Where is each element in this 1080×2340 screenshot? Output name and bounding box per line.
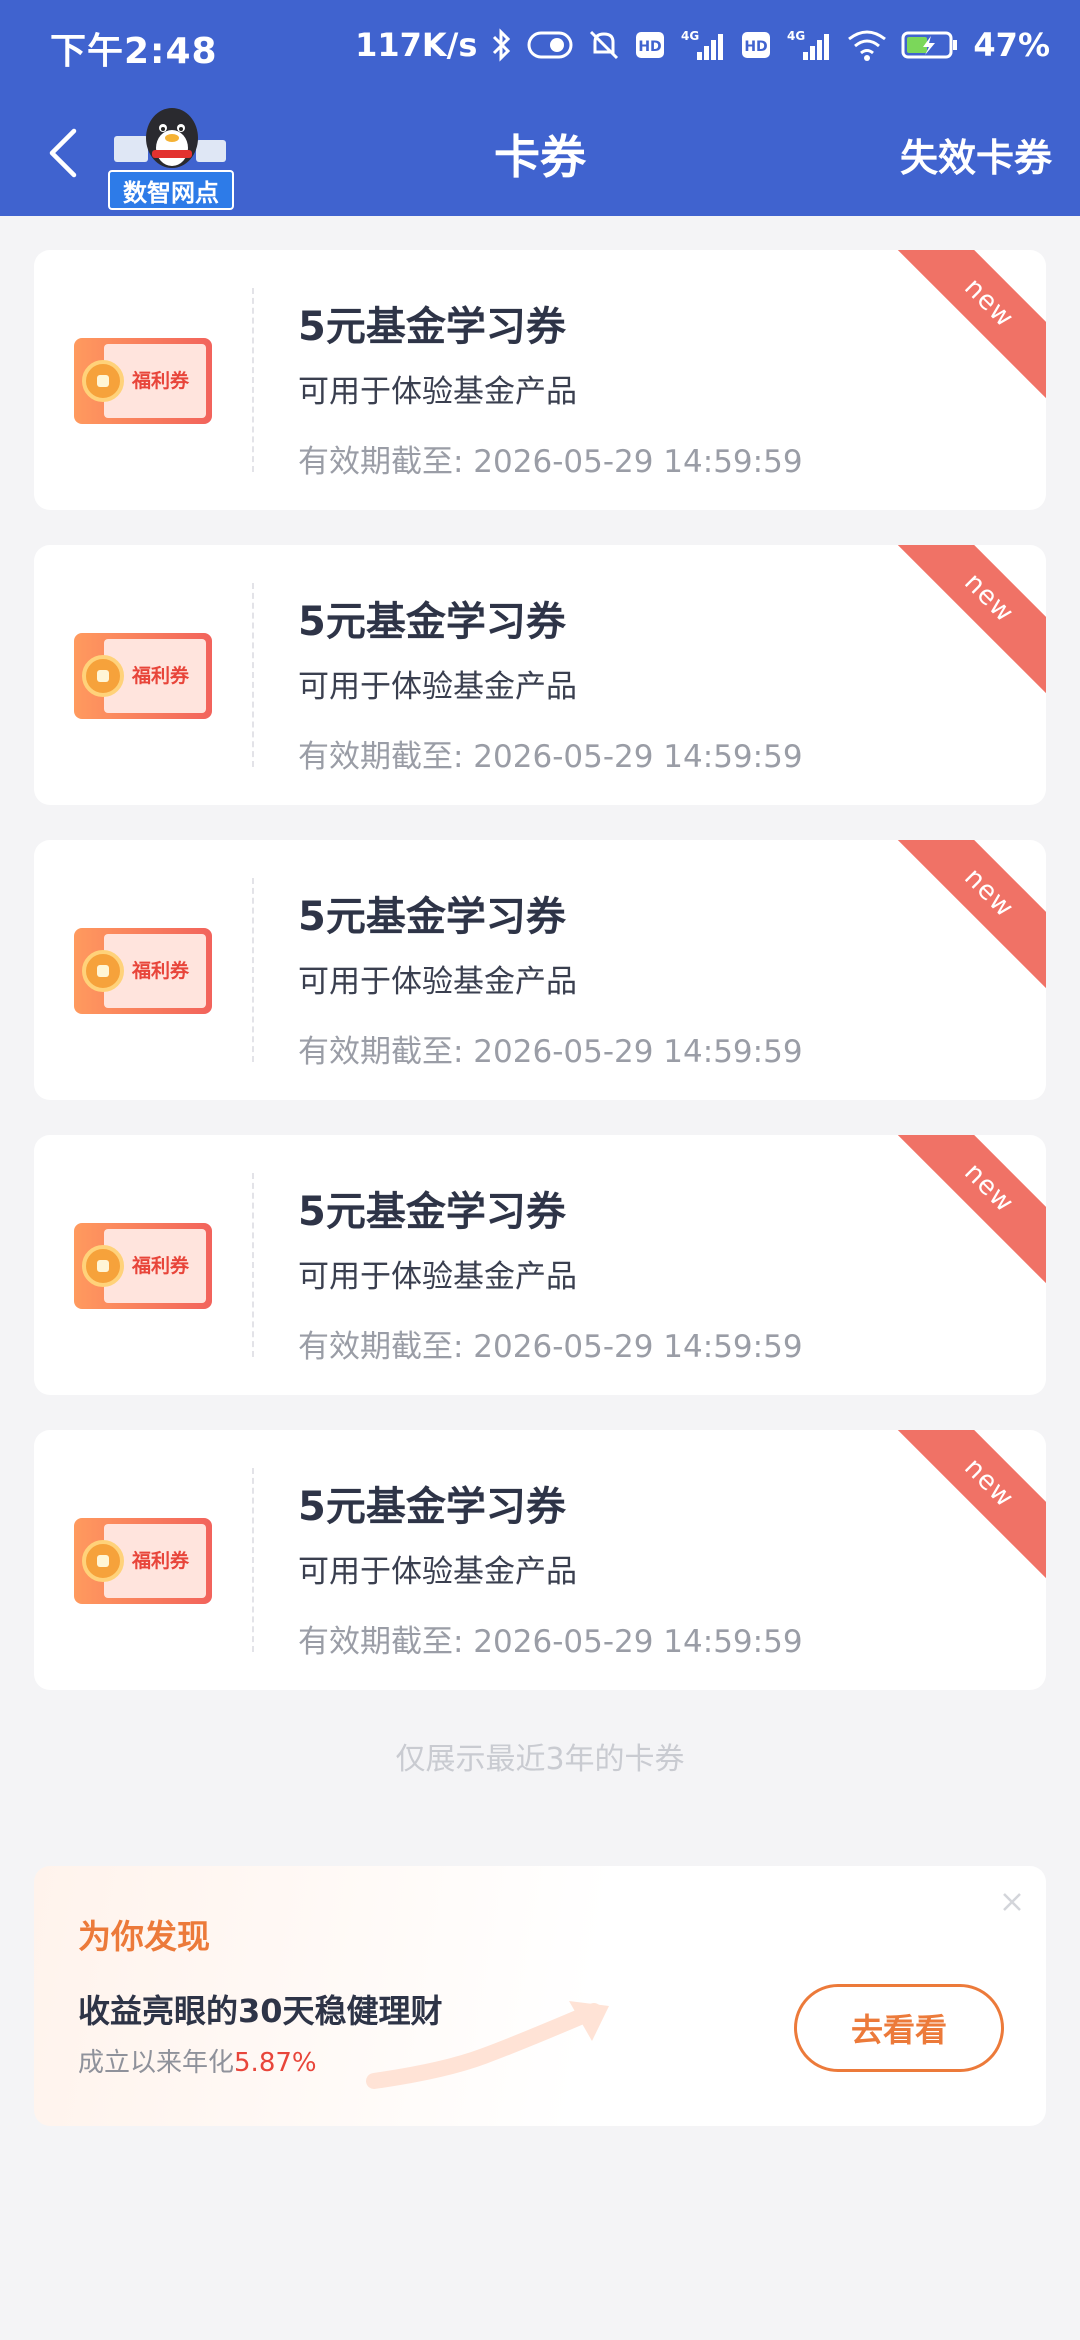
new-badge: new [888,250,1046,404]
coupon-description: 可用于体验基金产品 [298,1554,577,1590]
coupon-expiry: 有效期截至: 2026-05-29 14:59:59 [298,1329,803,1365]
coupon-title: 5元基金学习券 [298,894,566,940]
close-button[interactable] [990,1882,1034,1926]
coupon-expiry: 有效期截至: 2026-05-29 14:59:59 [298,739,803,775]
coupon-title: 5元基金学习券 [298,1484,566,1530]
go-see-button[interactable]: 去看看 [794,1984,1004,2072]
coupon-thumb-label: 福利券 [132,1255,190,1277]
battery-charging-icon [901,30,959,60]
penguin-mascot-icon [114,108,226,168]
coupon-card[interactable]: 福利券 5元基金学习券 可用于体验基金产品 有效期截至: 2026-05-29 … [34,840,1046,1100]
dashed-divider [252,1468,254,1652]
hd-icon: HD [741,31,771,59]
battery-percent: 47% [973,26,1050,64]
dashed-divider [252,583,254,767]
status-time: 下午2:48 [50,31,218,72]
coupon-description: 可用于体验基金产品 [298,1259,577,1295]
svg-text:HD: HD [639,39,662,55]
coin-icon [82,360,124,402]
wifi-icon [847,29,887,61]
hd-icon: HD [635,31,665,59]
promo-subtitle: 成立以来年化5.87% [78,2042,317,2079]
coupon-expiry: 有效期截至: 2026-05-29 14:59:59 [298,1624,803,1660]
close-icon [1001,1891,1023,1917]
coupon-thumbnail: 福利券 [74,1223,212,1309]
promo-title: 收益亮眼的30天稳健理财 [78,1992,443,2030]
dashed-divider [252,288,254,472]
coupon-description: 可用于体验基金产品 [298,374,577,410]
new-badge: new [888,840,1046,994]
mute-icon [587,28,621,62]
new-badge: new [888,1430,1046,1584]
coin-icon [82,1540,124,1582]
coupon-title: 5元基金学习券 [298,1189,566,1235]
coupon-card[interactable]: 福利券 5元基金学习券 可用于体验基金产品 有效期截至: 2026-05-29 … [34,545,1046,805]
coupon-thumb-label: 福利券 [132,960,190,982]
promo-subtitle-prefix: 成立以来年化 [78,2048,235,2078]
new-badge: new [888,545,1046,699]
svg-text:HD: HD [745,39,768,55]
coupon-card[interactable]: 福利券 5元基金学习券 可用于体验基金产品 有效期截至: 2026-05-29 … [34,1135,1046,1395]
network-speed: 117K/s [355,26,478,64]
coupon-thumbnail: 福利券 [74,928,212,1014]
coupon-thumb-label: 福利券 [132,370,190,392]
coupon-card[interactable]: 福利券 5元基金学习券 可用于体验基金产品 有效期截至: 2026-05-29 … [34,250,1046,510]
status-icons: 117K/s HD 4G HD 4G 47% [355,20,1050,70]
app-header: 下午2:48 117K/s HD 4G HD 4G 47% 数智网点 卡券 失效… [0,0,1080,216]
back-arrow-icon [46,127,80,183]
signal-4g-icon: 4G [785,28,833,62]
dashed-divider [252,878,254,1062]
coupon-card[interactable]: 福利券 5元基金学习券 可用于体验基金产品 有效期截至: 2026-05-29 … [34,1430,1046,1690]
recommendation-card[interactable]: 为你发现 收益亮眼的30天稳健理财 成立以来年化5.87% 去看看 [34,1866,1046,2126]
expired-coupons-link[interactable]: 失效卡券 [900,92,1052,216]
list-footer-note: 仅展示最近3年的卡券 [395,1742,685,1777]
coupon-thumb-label: 福利券 [132,1550,190,1572]
signal-4g-icon: 4G [679,28,727,62]
status-bar: 下午2:48 117K/s HD 4G HD 4G 47% [0,0,1080,92]
coupon-thumbnail: 福利券 [74,1518,212,1604]
coupon-thumbnail: 福利券 [74,633,212,719]
coin-icon [82,655,124,697]
svg-text:4G: 4G [787,29,805,43]
coupon-list: 福利券 5元基金学习券 可用于体验基金产品 有效期截至: 2026-05-29 … [34,250,1046,1725]
coupon-thumb-label: 福利券 [132,665,190,687]
promo-heading: 为你发现 [78,1917,210,1956]
mascot-label: 数智网点 [108,170,234,210]
toggle-icon [527,31,573,59]
coupon-title: 5元基金学习券 [298,599,566,645]
back-button[interactable] [28,120,98,190]
coin-icon [82,950,124,992]
svg-text:4G: 4G [681,29,699,43]
bluetooth-icon [491,28,513,62]
new-badge: new [888,1135,1046,1289]
coupon-expiry: 有效期截至: 2026-05-29 14:59:59 [298,444,803,480]
nav-bar: 数智网点 卡券 失效卡券 [0,92,1080,216]
coupon-description: 可用于体验基金产品 [298,964,577,1000]
coupon-title: 5元基金学习券 [298,304,566,350]
promo-rate: 5.87% [234,2048,317,2078]
coin-icon [82,1245,124,1287]
dashed-divider [252,1173,254,1357]
coupon-expiry: 有效期截至: 2026-05-29 14:59:59 [298,1034,803,1070]
mascot-logo: 数智网点 [108,98,234,210]
coupon-thumbnail: 福利券 [74,338,212,424]
coupon-description: 可用于体验基金产品 [298,669,577,705]
